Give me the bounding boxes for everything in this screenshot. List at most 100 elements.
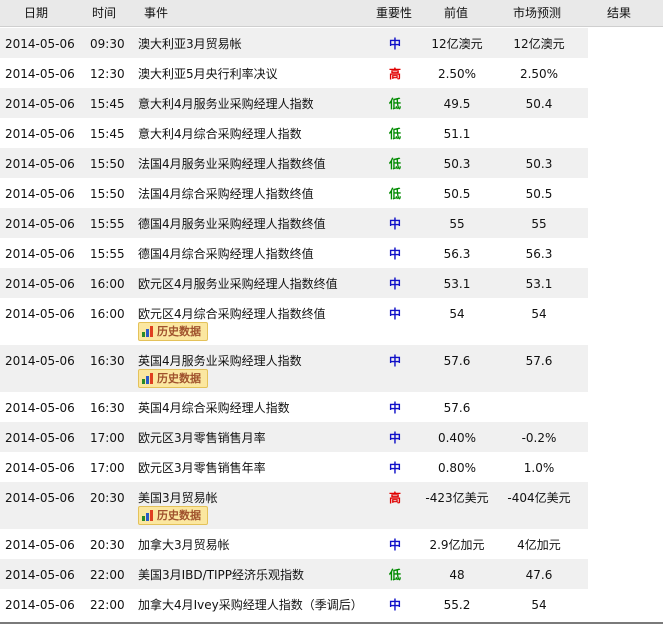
row-date: 2014-05-06 xyxy=(5,401,75,415)
row-previous: -423亿美元 xyxy=(425,491,489,505)
row-forecast: 1.0% xyxy=(523,461,555,475)
row-previous: 53.1 xyxy=(443,277,471,291)
row-event: 欧元区4月服务业采购经理人指数终值 xyxy=(138,277,338,291)
row-importance: 中 xyxy=(388,431,401,445)
row-forecast: 47.6 xyxy=(525,568,553,582)
row-previous: 48 xyxy=(449,568,465,582)
row-previous: 12亿澳元 xyxy=(431,37,483,51)
row-time: 09:30 xyxy=(90,37,125,51)
row-importance: 中 xyxy=(388,277,401,291)
table-row: 2014-05-06 22:00 加拿大4月Ivey采购经理人指数（季调后） 中 55.… xyxy=(0,589,588,619)
table-row: 2014-05-06 16:30 英国4月服务业采购经理人指数 中 57.6 57.6 历史… xyxy=(0,345,588,392)
row-importance: 中 xyxy=(388,37,401,51)
row-previous: 55.2 xyxy=(443,598,471,612)
bar-chart-icon xyxy=(142,373,153,384)
row-forecast: 2.50% xyxy=(519,67,559,81)
row-event: 欧元区3月零售销售年率 xyxy=(138,461,266,475)
row-date: 2014-05-06 xyxy=(5,568,75,582)
row-time: 20:30 xyxy=(90,491,125,505)
row-time: 16:30 xyxy=(90,401,125,415)
row-time: 17:00 xyxy=(90,431,125,445)
row-date: 2014-05-06 xyxy=(5,67,75,81)
row-forecast: -404亿美元 xyxy=(507,491,571,505)
table-row: 2014-05-06 16:30 英国4月综合采购经理人指数 中 57.6 xyxy=(0,392,588,422)
table-row: 2014-05-06 15:50 法国4月综合采购经理人指数终值 低 50.5 50.5 xyxy=(0,178,588,208)
row-time: 16:00 xyxy=(90,307,125,321)
row-date: 2014-05-06 xyxy=(5,538,75,552)
table-row: 2014-05-06 20:30 加拿大3月贸易帐 中 2.9亿加元 4亿加元 xyxy=(0,529,588,559)
row-importance: 低 xyxy=(388,187,401,201)
row-event: 加拿大4月Ivey采购经理人指数（季调后） xyxy=(138,598,363,612)
row-importance: 中 xyxy=(388,247,401,261)
row-previous: 0.80% xyxy=(437,461,477,475)
row-event: 美国3月IBD/TIPP经济乐观指数 xyxy=(138,568,305,582)
row-previous: 2.9亿加元 xyxy=(429,538,485,552)
row-date: 2014-05-06 xyxy=(5,461,75,475)
row-importance: 低 xyxy=(388,97,401,111)
row-previous: 55 xyxy=(449,217,465,231)
table-row: 2014-05-06 17:00 欧元区3月零售销售月率 中 0.40% -0.2% xyxy=(0,422,588,452)
row-previous: 50.5 xyxy=(443,187,471,201)
table-bottom-border xyxy=(0,622,663,624)
row-event: 英国4月综合采购经理人指数 xyxy=(138,401,290,415)
row-previous: 2.50% xyxy=(437,67,477,81)
row-previous: 56.3 xyxy=(443,247,471,261)
row-date: 2014-05-06 xyxy=(5,247,75,261)
row-importance: 中 xyxy=(388,401,401,415)
table-header: 日期 时间 事件 重要性 前值 市场预测 结果 xyxy=(0,0,663,27)
row-forecast: -0.2% xyxy=(521,431,557,445)
header-date: 日期 xyxy=(24,6,49,20)
events-table-body: 2014-05-06 09:30 澳大利亚3月贸易帐中 12亿澳元 12亿澳元 2014-… xyxy=(0,28,588,619)
row-time: 15:50 xyxy=(90,157,125,171)
table-row: 2014-05-06 15:45 意大利4月综合采购经理人指数 低 51.1 xyxy=(0,118,588,148)
row-date: 2014-05-06 xyxy=(5,354,75,368)
row-importance: 中 xyxy=(388,354,401,368)
row-event: 意大利4月综合采购经理人指数 xyxy=(138,127,302,141)
row-date: 2014-05-06 xyxy=(5,187,75,201)
header-previous: 前值 xyxy=(444,6,469,20)
row-time: 16:30 xyxy=(90,354,125,368)
history-data-button[interactable]: 历史数据 xyxy=(138,322,208,341)
row-time: 12:30 xyxy=(90,67,125,81)
row-time: 16:00 xyxy=(90,277,125,291)
row-importance: 中 xyxy=(388,217,401,231)
row-importance: 高 xyxy=(388,491,401,505)
table-row: 2014-05-06 12:30 澳大利亚5月央行利率决议 高 2.50% 2.50% xyxy=(0,58,588,88)
row-date: 2014-05-06 xyxy=(5,37,75,51)
row-date: 2014-05-06 xyxy=(5,491,75,505)
row-time: 17:00 xyxy=(90,461,125,475)
history-data-button[interactable]: 历史数据 xyxy=(138,506,208,525)
row-event: 德国4月综合采购经理人指数终值 xyxy=(138,247,314,261)
row-importance: 中 xyxy=(388,598,401,612)
row-event: 澳大利亚3月贸易帐 xyxy=(138,37,242,51)
row-date: 2014-05-06 xyxy=(5,598,75,612)
row-time: 22:00 xyxy=(90,568,125,582)
row-event: 欧元区4月综合采购经理人指数终值 xyxy=(138,307,326,321)
row-event: 澳大利亚5月央行利率决议 xyxy=(138,67,278,81)
row-previous: 57.6 xyxy=(443,401,471,415)
row-previous: 54 xyxy=(449,307,465,321)
table-row: 2014-05-06 22:00 美国3月IBD/TIPP经济乐观指数 低 48 47.6 xyxy=(0,559,588,589)
table-row: 2014-05-06 17:00 欧元区3月零售销售年率 中 0.80% 1.0% xyxy=(0,452,588,482)
row-event: 法国4月服务业采购经理人指数终值 xyxy=(138,157,326,171)
bar-chart-icon xyxy=(142,510,153,521)
row-importance: 低 xyxy=(388,157,401,171)
row-forecast: 54 xyxy=(531,307,547,321)
row-date: 2014-05-06 xyxy=(5,277,75,291)
row-previous: 0.40% xyxy=(437,431,477,445)
table-row: 2014-05-06 15:55 德国4月综合采购经理人指数终值 中 56.3 56.3 xyxy=(0,238,588,268)
history-data-label: 历史数据 xyxy=(157,509,201,522)
row-forecast: 50.5 xyxy=(525,187,553,201)
bar-chart-icon xyxy=(142,326,153,337)
row-importance: 低 xyxy=(388,127,401,141)
row-event: 加拿大3月贸易帐 xyxy=(138,538,230,552)
row-importance: 低 xyxy=(388,568,401,582)
row-event: 英国4月服务业采购经理人指数 xyxy=(138,354,302,368)
row-date: 2014-05-06 xyxy=(5,127,75,141)
row-event: 欧元区3月零售销售月率 xyxy=(138,431,266,445)
row-forecast: 53.1 xyxy=(525,277,553,291)
history-data-button[interactable]: 历史数据 xyxy=(138,369,208,388)
row-forecast: 56.3 xyxy=(525,247,553,261)
row-date: 2014-05-06 xyxy=(5,217,75,231)
table-row: 2014-05-06 15:45 意大利4月服务业采购经理人指数 低 49.5 50.4 xyxy=(0,88,588,118)
